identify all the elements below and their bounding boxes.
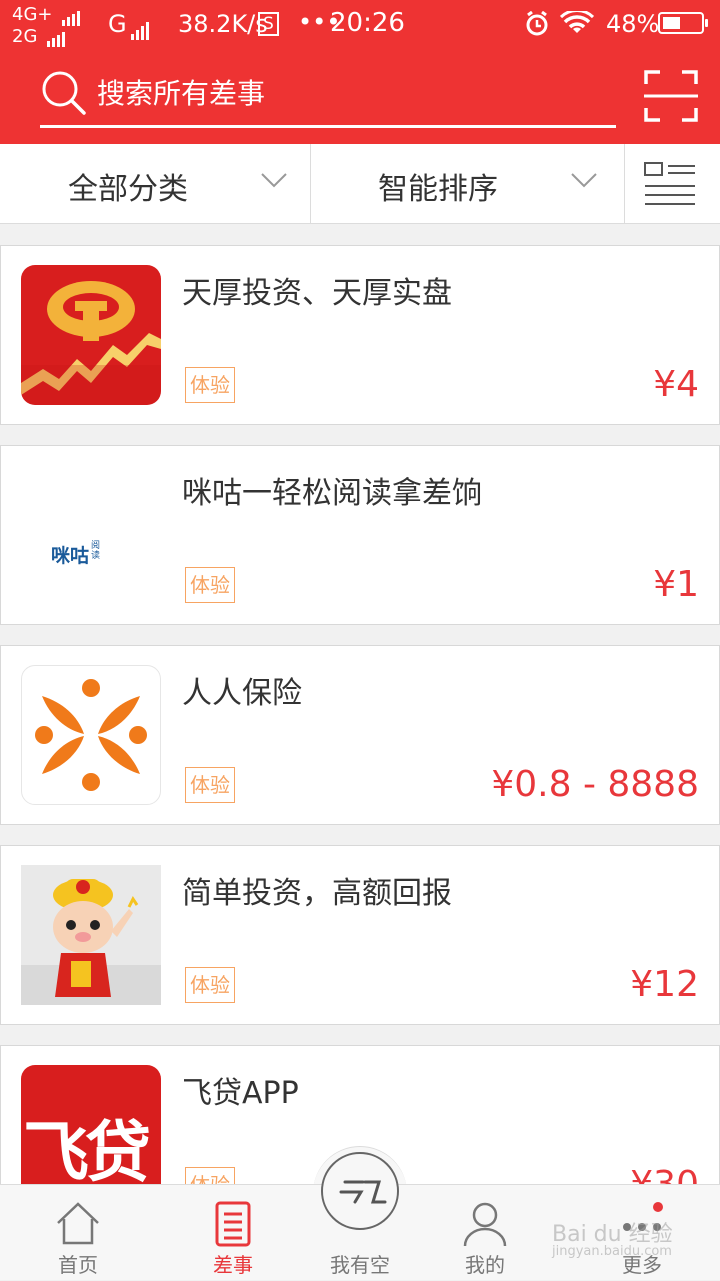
home-icon: [55, 1201, 101, 1249]
alarm-icon: [525, 10, 549, 43]
net-label-3: G: [108, 10, 127, 38]
task-title: 简单投资，高额回报: [182, 876, 452, 911]
net-label-2: 2G: [12, 25, 38, 47]
task-title: 飞贷APP: [182, 1076, 299, 1111]
category-filter-label: 全部分类: [68, 172, 188, 207]
chevron-down-icon: [570, 172, 598, 192]
task-card[interactable]: 天厚投资、天厚实盘 体验 ¥4: [0, 245, 720, 425]
layout-toggle[interactable]: [625, 144, 720, 223]
task-title: 咪咕一轻松阅读拿差饷: [182, 476, 482, 511]
task-price: ¥12: [630, 964, 699, 1005]
task-card[interactable]: 人人保险 体验 ¥0.8 - 8888: [0, 645, 720, 825]
list-layout-icon: [644, 162, 696, 210]
tab-tasks-label: 差事: [213, 1253, 253, 1277]
task-tag: 体验: [185, 567, 235, 603]
tab-mine[interactable]: 我的: [435, 1185, 535, 1281]
task-title: 天厚投资、天厚实盘: [182, 276, 452, 311]
network-type: 4G+ 2G: [12, 4, 82, 47]
scan-icon[interactable]: [644, 70, 698, 126]
task-tag: 体验: [185, 967, 235, 1003]
chevron-down-icon: [260, 172, 288, 192]
battery-icon: [658, 12, 708, 34]
network-speed: 38.2K/s: [178, 10, 268, 38]
status-bar: 4G+ 2G G 38.2K/s S ••• 20:26 48%: [0, 0, 720, 50]
task-price: ¥4: [653, 364, 699, 405]
notification-dot: [653, 1202, 663, 1212]
mascot-logo: [21, 865, 161, 1005]
tab-tasks[interactable]: 差事: [183, 1185, 283, 1281]
divider: [624, 144, 625, 224]
battery-level: [663, 17, 680, 29]
renren-logo: [21, 665, 161, 805]
migu-logo-text: 咪咕: [51, 545, 90, 567]
clock: 20:26: [330, 8, 405, 38]
task-card[interactable]: 简单投资，高额回报 体验 ¥12: [0, 845, 720, 1025]
task-tag: 体验: [185, 367, 235, 403]
watermark-url: jingyan.baidu.com: [552, 1244, 672, 1259]
sort-filter-label: 智能排序: [378, 172, 498, 207]
tab-available-label: 我有空: [330, 1253, 390, 1277]
search-icon: [40, 70, 88, 120]
migu-logo: 咪咕 阅读: [21, 465, 161, 605]
feidai-logo-text: 飞贷: [23, 1114, 151, 1191]
signal-icon: [47, 26, 67, 47]
migu-logo-sub: 阅读: [91, 541, 101, 561]
signal-icon: [62, 5, 82, 26]
category-filter[interactable]: 全部分类: [0, 144, 310, 223]
tab-mine-label: 我的: [465, 1253, 505, 1277]
wifi-icon: [559, 9, 595, 41]
signal-icon: [131, 12, 151, 40]
user-icon: [462, 1201, 508, 1251]
available-icon: [335, 1176, 387, 1210]
tab-home-label: 首页: [58, 1253, 98, 1277]
divider: [310, 144, 311, 224]
sim-icon: S: [258, 12, 279, 36]
search-bar[interactable]: 搜索所有差事: [40, 66, 616, 128]
task-title: 人人保险: [182, 676, 302, 711]
app-header: 4G+ 2G G 38.2K/s S ••• 20:26 48% 搜索所有差事: [0, 0, 720, 144]
available-button[interactable]: [321, 1152, 399, 1230]
battery-percent: 48%: [606, 10, 660, 38]
filter-bar: 全部分类 智能排序: [0, 144, 720, 224]
tianhou-logo: [21, 265, 161, 405]
task-tag: 体验: [185, 767, 235, 803]
search-input[interactable]: 搜索所有差事: [97, 72, 265, 112]
task-card[interactable]: 咪咕 阅读 咪咕一轻松阅读拿差饷 体验 ¥1: [0, 445, 720, 625]
task-price: ¥1: [653, 564, 699, 605]
sort-filter[interactable]: 智能排序: [311, 144, 624, 223]
task-price: ¥0.8 - 8888: [491, 764, 699, 805]
net-label-1: 4G+: [12, 4, 53, 25]
task-list-icon: [215, 1201, 251, 1251]
tab-home[interactable]: 首页: [28, 1185, 128, 1281]
